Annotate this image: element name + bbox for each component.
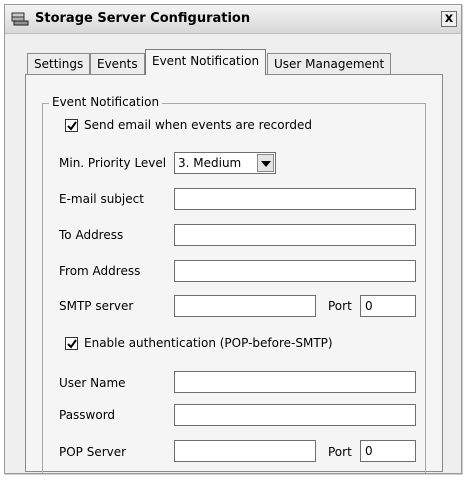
pop-port-input[interactable]: [360, 440, 416, 462]
checkmark-icon: [67, 339, 77, 349]
tab-event-notification[interactable]: Event Notification: [145, 49, 267, 75]
to-address-label: To Address: [59, 228, 124, 242]
user-name-input[interactable]: [174, 371, 416, 393]
priority-select[interactable]: 3. Medium: [174, 152, 276, 174]
send-email-label: Send email when events are recorded: [84, 118, 312, 132]
auth-checkbox[interactable]: [65, 337, 78, 350]
pop-server-label: POP Server: [59, 445, 127, 459]
smtp-label: SMTP server: [59, 299, 134, 313]
config-dialog: Storage Server Configuration x Settings …: [4, 4, 462, 474]
from-address-input[interactable]: [174, 260, 416, 282]
subject-label: E-mail subject: [59, 192, 144, 206]
pop-port-label: Port: [328, 445, 352, 459]
priority-label: Min. Priority Level: [59, 156, 167, 170]
title-bar[interactable]: Storage Server Configuration x: [5, 5, 461, 34]
subject-input[interactable]: [174, 188, 416, 210]
auth-label: Enable authentication (POP-before-SMTP): [84, 336, 333, 350]
to-address-input[interactable]: [174, 224, 416, 246]
password-input[interactable]: [174, 404, 416, 426]
checkmark-icon: [67, 121, 77, 131]
user-name-label: User Name: [59, 376, 126, 390]
smtp-port-label: Port: [328, 299, 352, 313]
tab-user-management[interactable]: User Management: [267, 53, 392, 74]
from-address-label: From Address: [59, 264, 141, 278]
tab-settings[interactable]: Settings: [27, 53, 91, 74]
close-button[interactable]: x: [441, 11, 457, 27]
event-notification-panel: Event Notification Send email when event…: [25, 74, 443, 473]
smtp-port-input[interactable]: [360, 295, 416, 317]
window-title: Storage Server Configuration: [35, 11, 251, 26]
chevron-down-icon[interactable]: [257, 154, 274, 172]
password-label: Password: [59, 408, 116, 422]
server-icon: [11, 12, 29, 26]
priority-selected-value: 3. Medium: [178, 156, 242, 170]
group-legend: Event Notification: [49, 95, 163, 109]
pop-server-input[interactable]: [174, 440, 316, 462]
smtp-server-input[interactable]: [174, 295, 316, 317]
tab-events[interactable]: Events: [90, 53, 145, 74]
send-email-checkbox[interactable]: [65, 119, 78, 132]
